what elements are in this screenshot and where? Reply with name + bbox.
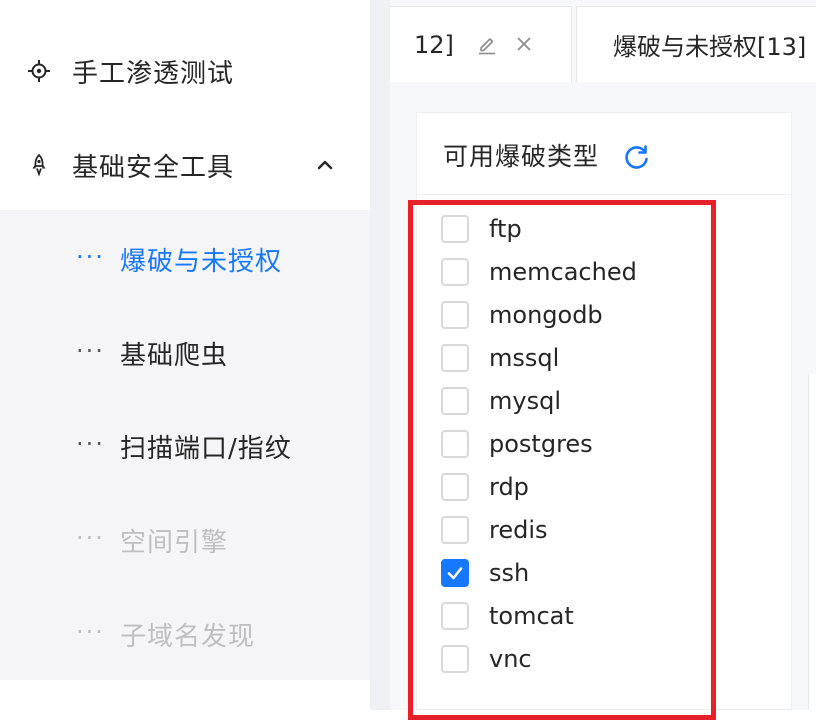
- checkbox-option-mongodb[interactable]: mongodb: [441, 295, 721, 335]
- checkbox-label: postgres: [489, 430, 593, 458]
- submenu-item-label: 爆破与未授权: [120, 246, 283, 277]
- dots-icon: ···: [76, 242, 105, 271]
- menu-item-manual-pentest[interactable]: 手工渗透测试: [0, 24, 370, 118]
- checkbox-label: redis: [489, 516, 548, 544]
- checkmark-icon: [447, 567, 463, 580]
- checkbox-option-ftp[interactable]: ftp: [441, 209, 721, 249]
- checkbox[interactable]: [441, 258, 469, 286]
- adjacent-panel-edge: [808, 374, 816, 710]
- edit-icon[interactable]: [476, 33, 498, 55]
- panel-header: 可用爆破类型: [417, 113, 791, 195]
- submenu-item-label: 基础爬虫: [120, 340, 229, 371]
- main-content: 12] 爆破与未授权[13] 可用爆破类型 ftp memcached mong…: [390, 0, 816, 710]
- checkbox[interactable]: [441, 516, 469, 544]
- submenu: ··· 爆破与未授权 ··· 基础爬虫 ··· 扫描端口/指纹 ··· 空间引擎…: [0, 210, 370, 680]
- rocket-icon: [26, 152, 52, 178]
- checkbox-option-tomcat[interactable]: tomcat: [441, 596, 721, 636]
- menu-item-basic-security-tools[interactable]: 基础安全工具: [0, 118, 370, 212]
- chevron-up-icon[interactable]: [314, 154, 336, 176]
- sidebar: 手工渗透测试 基础安全工具 ··· 爆破与未授权 ··· 基础爬虫 ··· 扫描…: [0, 0, 370, 710]
- checkbox-option-mssql[interactable]: mssql: [441, 338, 721, 378]
- checkbox-option-postgres[interactable]: postgres: [441, 424, 721, 464]
- checkbox-option-redis[interactable]: redis: [441, 510, 721, 550]
- checkbox[interactable]: [441, 645, 469, 673]
- dots-icon: ···: [76, 336, 105, 365]
- checkbox-label: mongodb: [489, 301, 603, 329]
- checkbox-label: mysql: [489, 387, 561, 415]
- checkbox-label: rdp: [489, 473, 529, 501]
- submenu-item-subdomain: ··· 子域名发现: [0, 587, 370, 681]
- checkbox[interactable]: [441, 387, 469, 415]
- dots-icon: ···: [76, 617, 105, 646]
- dots-icon: ···: [76, 523, 105, 552]
- checkbox-option-rdp[interactable]: rdp: [441, 467, 721, 507]
- checkbox[interactable]: [441, 602, 469, 630]
- checkbox[interactable]: [441, 473, 469, 501]
- checkbox-label: tomcat: [489, 602, 574, 630]
- checkbox-option-ssh[interactable]: ssh: [441, 553, 721, 593]
- tab-label: 爆破与未授权[13]: [613, 33, 807, 61]
- refresh-icon[interactable]: [623, 143, 651, 171]
- checkbox-label: ftp: [489, 215, 522, 243]
- submenu-item-label: 扫描端口/指纹: [120, 433, 292, 464]
- checkbox-label: vnc: [489, 645, 532, 673]
- checkbox-option-mysql[interactable]: mysql: [441, 381, 721, 421]
- crosshair-icon: [26, 58, 52, 84]
- submenu-item-brute-force[interactable]: ··· 爆破与未授权: [0, 212, 370, 306]
- submenu-item-label: 子域名发现: [120, 621, 256, 652]
- submenu-item-space-engine: ··· 空间引擎: [0, 493, 370, 587]
- layout-divider: [370, 0, 390, 710]
- checkbox[interactable]: [441, 301, 469, 329]
- checkbox-label: memcached: [489, 258, 637, 286]
- tab-label: 12]: [414, 30, 454, 59]
- tab-brute-force[interactable]: 爆破与未授权[13]: [576, 6, 816, 82]
- menu-item-label: 基础安全工具: [72, 152, 235, 183]
- submenu-item-port-scan[interactable]: ··· 扫描端口/指纹: [0, 399, 370, 493]
- checkbox-label: mssql: [489, 344, 560, 372]
- checkbox-option-vnc[interactable]: vnc: [441, 639, 721, 679]
- tab-previous[interactable]: 12]: [390, 6, 572, 82]
- close-icon[interactable]: [514, 34, 534, 54]
- tab-bar: 12] 爆破与未授权[13]: [390, 0, 816, 82]
- checkbox-option-memcached[interactable]: memcached: [441, 252, 721, 292]
- checkbox[interactable]: [441, 215, 469, 243]
- menu-item-label: 手工渗透测试: [72, 58, 235, 89]
- brute-type-panel: 可用爆破类型 ftp memcached mongodb mssql mysql…: [416, 112, 792, 710]
- checkbox-label: ssh: [489, 559, 530, 587]
- dots-icon: ···: [76, 429, 105, 458]
- checkbox[interactable]: [441, 430, 469, 458]
- panel-title: 可用爆破类型: [443, 142, 600, 171]
- checkbox[interactable]: [441, 344, 469, 372]
- checkbox-checked[interactable]: [441, 559, 469, 587]
- submenu-item-label: 空间引擎: [120, 527, 229, 558]
- submenu-item-basic-crawler[interactable]: ··· 基础爬虫: [0, 306, 370, 400]
